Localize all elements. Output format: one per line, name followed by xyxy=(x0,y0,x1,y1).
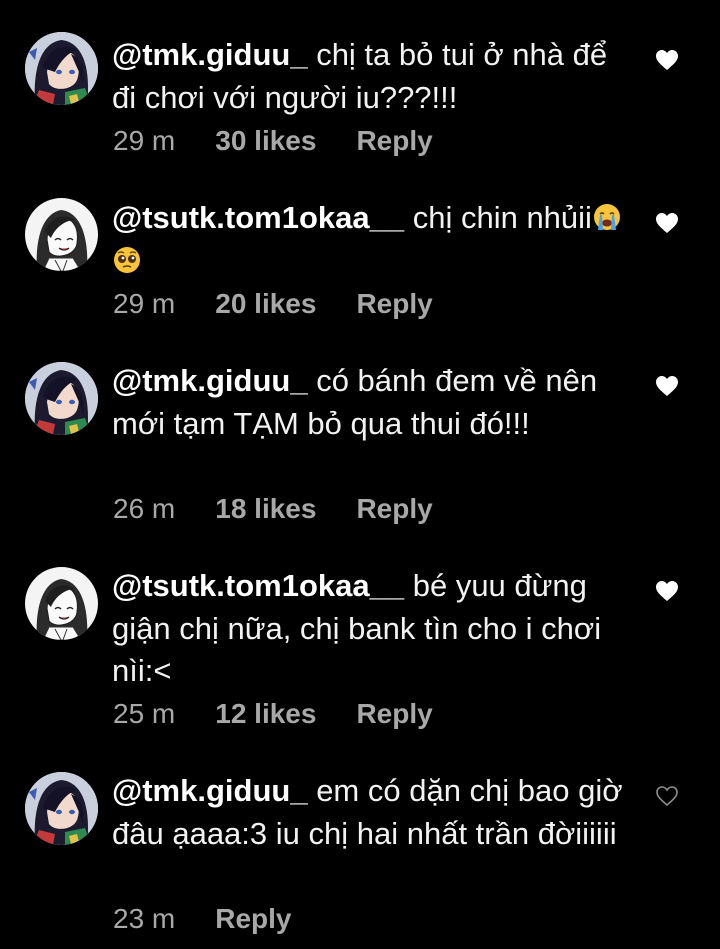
likes-count[interactable]: 12 likes xyxy=(215,697,316,731)
reply-button[interactable]: Reply xyxy=(356,697,432,731)
comment-time: 25 m xyxy=(113,698,176,729)
heart-icon[interactable] xyxy=(655,212,679,234)
comment-time: 23 m xyxy=(113,903,176,934)
comment-time: 29 m xyxy=(113,288,176,319)
comment-text: @tmk.giduu_ chị ta bỏ tui ở nhà để đi ch… xyxy=(112,34,632,119)
reply-button[interactable]: Reply xyxy=(215,902,291,936)
heart-icon[interactable] xyxy=(655,49,679,71)
comment-meta: 26 m 18 likes Reply xyxy=(113,492,433,526)
avatar[interactable] xyxy=(25,772,98,845)
comment-meta: 25 m 12 likes Reply xyxy=(113,697,433,731)
comment-body: chị chin nhủii xyxy=(404,200,592,235)
likes-count[interactable]: 30 likes xyxy=(215,124,316,158)
comment-time: 26 m xyxy=(113,493,176,524)
pleading-face-icon xyxy=(112,244,142,274)
comment-username[interactable]: @tmk.giduu_ xyxy=(112,773,308,808)
reply-button[interactable]: Reply xyxy=(356,492,432,526)
likes-count[interactable]: 18 likes xyxy=(215,492,316,526)
comment-text: @tsutk.tom1okaa__ bé yuu đừng giận chị n… xyxy=(112,565,632,693)
comment-username[interactable]: @tsutk.tom1okaa__ xyxy=(112,200,404,235)
avatar[interactable] xyxy=(25,32,98,105)
loudly-crying-face-icon xyxy=(592,201,622,231)
comment-text: @tsutk.tom1okaa__ chị chin nhủii xyxy=(112,197,632,282)
heart-outline-icon[interactable] xyxy=(655,785,679,807)
avatar[interactable] xyxy=(25,362,98,435)
comment-username[interactable]: @tsutk.tom1okaa__ xyxy=(112,568,404,603)
comment-username[interactable]: @tmk.giduu_ xyxy=(112,363,308,398)
avatar[interactable] xyxy=(25,198,98,271)
comment-username[interactable]: @tmk.giduu_ xyxy=(112,37,308,72)
comment-text: @tmk.giduu_ em có dặn chị bao giờ đâu ạa… xyxy=(112,770,632,855)
avatar[interactable] xyxy=(25,567,98,640)
reply-button[interactable]: Reply xyxy=(356,124,432,158)
heart-icon[interactable] xyxy=(655,375,679,397)
comment-meta: 29 m 30 likes Reply xyxy=(113,124,433,158)
comment-meta: 23 m Reply xyxy=(113,902,292,936)
heart-icon[interactable] xyxy=(655,580,679,602)
comment-text: @tmk.giduu_ có bánh đem về nên mới tạm T… xyxy=(112,360,632,445)
comment-meta: 29 m 20 likes Reply xyxy=(113,287,433,321)
comment-time: 29 m xyxy=(113,125,176,156)
likes-count[interactable]: 20 likes xyxy=(215,287,316,321)
reply-button[interactable]: Reply xyxy=(356,287,432,321)
